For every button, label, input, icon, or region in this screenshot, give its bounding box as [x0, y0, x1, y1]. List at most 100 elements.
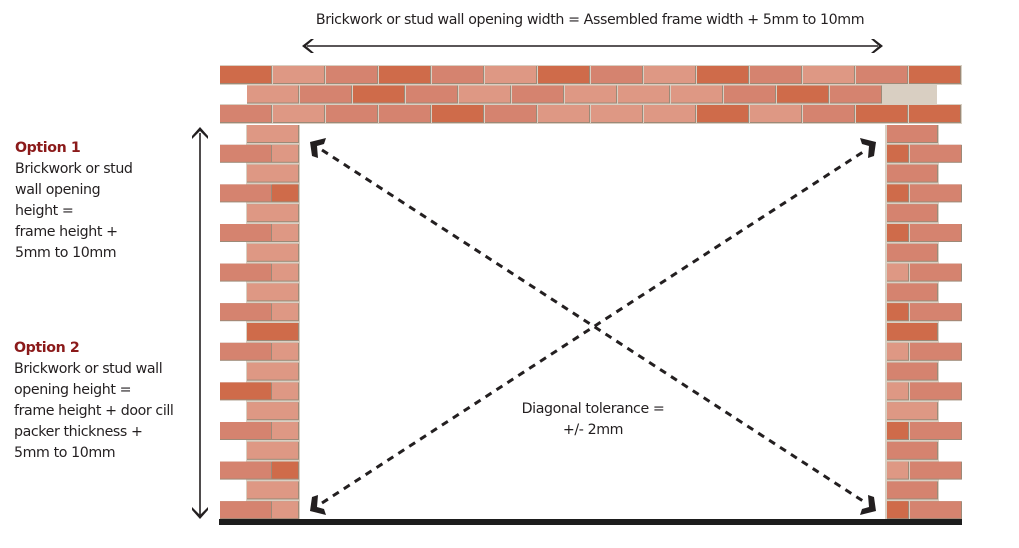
brick — [910, 224, 961, 241]
diagonal-arrows — [310, 138, 876, 515]
brick — [272, 224, 298, 241]
brick — [247, 402, 298, 420]
option-2-title: Option 2 — [14, 340, 80, 356]
brick — [887, 461, 908, 479]
brick — [512, 85, 563, 103]
brick — [272, 422, 298, 439]
brick — [887, 164, 937, 182]
diagram-canvas — [192, 39, 962, 525]
arrow-bottom-left-icon — [310, 495, 326, 515]
brick — [887, 303, 908, 321]
brick — [220, 144, 271, 162]
brick — [247, 323, 298, 340]
brick-wall — [220, 65, 962, 520]
brick — [247, 481, 298, 499]
brick — [750, 105, 801, 122]
arrow-top-right-icon — [860, 138, 876, 158]
door-opening-diagram: Brickwork or stud wall opening width = A… — [0, 0, 1019, 548]
brick — [247, 125, 298, 142]
height-dimension-arrow — [192, 127, 208, 519]
brick — [272, 184, 298, 202]
brick — [272, 303, 298, 321]
brick — [909, 105, 960, 122]
brick — [909, 66, 960, 83]
brick — [591, 66, 642, 83]
brick — [272, 461, 298, 479]
option-1-title: Option 1 — [15, 140, 81, 156]
brick — [220, 461, 271, 479]
brick — [910, 184, 961, 202]
brick — [459, 85, 510, 103]
brick — [887, 342, 908, 360]
brick — [220, 263, 271, 281]
brick — [910, 144, 961, 162]
brick — [538, 105, 589, 122]
brick — [247, 164, 298, 182]
brick — [910, 501, 961, 519]
brick — [273, 66, 324, 83]
brick — [887, 422, 908, 439]
brick — [432, 105, 483, 122]
option-1-line: 5mm to 10mm — [15, 245, 117, 261]
brick — [910, 382, 961, 400]
arrow-top-left-icon — [310, 138, 326, 158]
brick — [830, 85, 881, 103]
brick — [220, 105, 271, 122]
mortar — [246, 125, 300, 520]
brick — [887, 382, 908, 400]
brick — [887, 283, 937, 301]
brick — [887, 501, 908, 519]
option-2-line: opening height = — [14, 382, 132, 398]
brick — [644, 105, 695, 122]
brick — [856, 105, 907, 122]
brick — [538, 66, 589, 83]
option-1-line: Brickwork or stud — [15, 161, 133, 177]
brick — [618, 85, 669, 103]
brick — [724, 85, 775, 103]
option-2-line: packer thickness + — [14, 424, 143, 440]
brick — [485, 66, 536, 83]
brick — [220, 66, 271, 83]
brick — [887, 144, 908, 162]
brick — [887, 243, 937, 261]
brick — [910, 422, 961, 439]
brick — [353, 85, 404, 103]
brick — [272, 342, 298, 360]
brick — [910, 342, 961, 360]
diagonal-tolerance-line: +/- 2mm — [562, 422, 624, 438]
brick — [777, 85, 828, 103]
option-1-line: frame height + — [15, 224, 118, 240]
brick — [803, 105, 854, 122]
brick — [887, 184, 908, 202]
brick — [220, 501, 271, 519]
brick — [887, 263, 908, 281]
brick — [887, 204, 937, 222]
brick — [273, 105, 324, 122]
brick — [887, 481, 937, 499]
arrow-bottom-right-icon — [860, 495, 876, 515]
brick — [887, 441, 937, 459]
brick — [247, 204, 298, 222]
brick — [644, 66, 695, 83]
brick — [887, 224, 908, 241]
brick — [887, 125, 937, 142]
brick — [406, 85, 457, 103]
brick — [247, 85, 298, 103]
brick — [379, 105, 430, 122]
brick — [750, 66, 801, 83]
brick — [671, 85, 722, 103]
brick — [910, 303, 961, 321]
option-2-annotation: Option 2 Brickwork or stud wall opening … — [14, 338, 174, 464]
brick — [220, 342, 271, 360]
brick — [887, 323, 937, 340]
mortar — [885, 125, 939, 520]
option-2-line: frame height + door cill — [14, 403, 174, 419]
brick — [247, 243, 298, 261]
brick — [379, 66, 430, 83]
brick — [220, 224, 271, 241]
width-dimension-arrow — [302, 39, 883, 53]
option-1-annotation: Option 1 Brickwork or stud wall opening … — [15, 138, 133, 264]
brick — [300, 85, 351, 103]
brick — [326, 105, 377, 122]
brick — [220, 184, 271, 202]
